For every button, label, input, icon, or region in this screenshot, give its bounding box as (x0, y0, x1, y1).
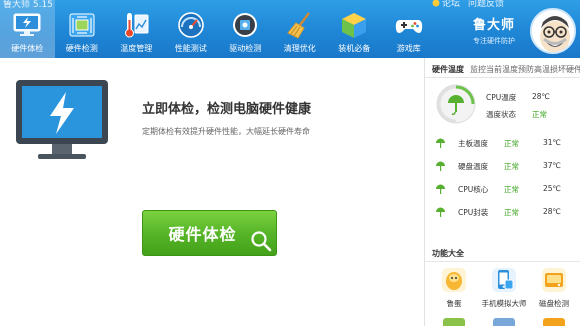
temp-row-harddisk: 硬盘温度 正常 37℃ (435, 160, 575, 174)
more-function-icon[interactable] (543, 318, 565, 326)
feedback-link-label: 问题反馈 (468, 0, 505, 9)
temp-row-value: 28℃ (543, 207, 561, 216)
cpu-temperature-row: CPU温度 28℃ (486, 92, 550, 103)
cpu-temperature-label: CPU温度 (486, 93, 517, 102)
temperature-section-subtitle: 监控当前温度预防高温损坏硬件 (470, 65, 580, 74)
function-label: 鲁蛋 (446, 299, 462, 308)
nav-label: 游戏库 (396, 44, 421, 53)
nav-label: 硬件检测 (65, 44, 98, 53)
temp-row-name: 硬盘温度 (458, 162, 488, 171)
temperature-gauge-icon (436, 84, 476, 124)
temp-row-cpu-package: CPU封装 正常 28℃ (435, 206, 575, 220)
function-disk-check[interactable]: 磁盘检测 (529, 268, 579, 309)
more-function-icon[interactable] (493, 318, 515, 326)
nav-item-cleanup[interactable]: 清理优化 (273, 0, 328, 58)
temp-row-value: 37℃ (543, 161, 561, 170)
nav-label: 性能测试 (174, 44, 207, 53)
top-links: 论坛 问题反馈 (432, 0, 504, 9)
app-title: 鲁大师 5.15 (3, 0, 53, 10)
monitor-bolt-icon (12, 10, 42, 40)
gear-chip-icon (230, 10, 260, 40)
forum-link-label: 论坛 (442, 0, 461, 9)
broom-icon (285, 10, 315, 40)
main-nav: 硬件体检 硬件检测 温度管理 性能测试 驱动检测 清理优化 装机必备 游戏库 (0, 0, 436, 58)
nav-label: 装机必备 (338, 44, 371, 53)
mascot-face-icon (532, 10, 574, 52)
temperature-state-label: 温度状态 (486, 110, 516, 119)
temp-row-name: CPU核心 (458, 185, 489, 194)
temp-row-status: 正常 (504, 139, 519, 148)
nav-item-games[interactable]: 游戏库 (382, 0, 437, 58)
nav-item-temperature[interactable]: 温度管理 (109, 0, 164, 58)
function-ludan[interactable]: 鲁蛋 (429, 268, 479, 309)
function-phone-emulator[interactable]: 手机模拟大师 (479, 268, 529, 309)
feedback-link[interactable]: 问题反馈 (468, 0, 504, 9)
umbrella-icon (436, 138, 445, 148)
top-bar: 硬件体检 硬件检测 温度管理 性能测试 驱动检测 清理优化 装机必备 游戏库 鲁… (0, 0, 580, 58)
temperature-state-value: 正常 (532, 110, 547, 119)
circuit-board-icon (67, 10, 97, 40)
speedometer-icon (176, 10, 206, 40)
more-function-icon[interactable] (443, 318, 465, 326)
function-label: 手机模拟大师 (481, 299, 527, 308)
temp-row-name: CPU封装 (458, 208, 489, 217)
checkup-button-label: 硬件体检 (168, 225, 237, 244)
functions-title: 功能大全 (432, 249, 464, 258)
hero-subtitle: 定期体检有效提升硬件性能，大幅延长硬件寿命 (142, 127, 310, 136)
temp-row-value: 31℃ (543, 138, 561, 147)
cpu-temperature-value: 28℃ (532, 92, 550, 101)
main-panel: 立即体检，检测电脑硬件健康 定期体检有效提升硬件性能，大幅延长硬件寿命 硬件体检 (0, 58, 424, 326)
temp-row-status: 正常 (504, 162, 519, 171)
brand: 鲁大师 专注硬件防护 (473, 14, 515, 46)
cube-icon (339, 10, 369, 40)
disk-check-icon (542, 268, 566, 292)
magnifier-icon (251, 231, 272, 252)
hardware-checkup-button[interactable]: 硬件体检 (142, 210, 277, 256)
gamepad-icon (394, 10, 424, 40)
function-label: 磁盘检测 (539, 299, 569, 308)
forum-icon (432, 0, 440, 6)
temperature-section-header: 硬件温度 监控当前温度预防高温损坏硬件 (432, 64, 580, 75)
temp-row-status: 正常 (504, 185, 519, 194)
section-divider (425, 261, 580, 262)
brand-name: 鲁大师 (473, 18, 516, 33)
mascot-avatar[interactable] (530, 8, 576, 54)
temp-row-value: 25℃ (543, 184, 561, 193)
umbrella-icon (436, 207, 445, 217)
forum-link[interactable]: 论坛 (432, 0, 460, 9)
monitor-illustration (12, 76, 112, 166)
brand-slogan: 专注硬件防护 (473, 37, 515, 45)
temp-row-status: 正常 (504, 208, 519, 217)
umbrella-icon (436, 161, 445, 171)
side-panel: 硬件温度 监控当前温度预防高温损坏硬件 CPU温度 28℃ 温度状态 正常 主板… (425, 58, 580, 326)
temp-row-cpu-core: CPU核心 正常 25℃ (435, 183, 575, 197)
nav-label: 硬件体检 (11, 44, 44, 53)
hero-title: 立即体检，检测电脑硬件健康 (142, 102, 312, 117)
thermometer-icon (121, 10, 151, 40)
temp-row-name: 主板温度 (458, 139, 488, 148)
nav-label: 清理优化 (283, 44, 316, 53)
nav-label: 驱动检测 (229, 44, 262, 53)
nav-item-hardware-detect[interactable]: 硬件检测 (55, 0, 110, 58)
nav-label: 温度管理 (120, 44, 153, 53)
umbrella-icon (436, 184, 445, 194)
nav-item-performance[interactable]: 性能测试 (164, 0, 219, 58)
nav-item-essentials[interactable]: 装机必备 (327, 0, 382, 58)
egg-mascot-icon (442, 268, 466, 292)
section-divider (425, 77, 580, 78)
nav-item-driver[interactable]: 驱动检测 (218, 0, 273, 58)
phone-emulator-icon (492, 268, 516, 292)
temperature-section-title: 硬件温度 (432, 65, 464, 74)
temp-row-motherboard: 主板温度 正常 31℃ (435, 137, 575, 151)
temperature-state-row: 温度状态 正常 (486, 109, 547, 120)
